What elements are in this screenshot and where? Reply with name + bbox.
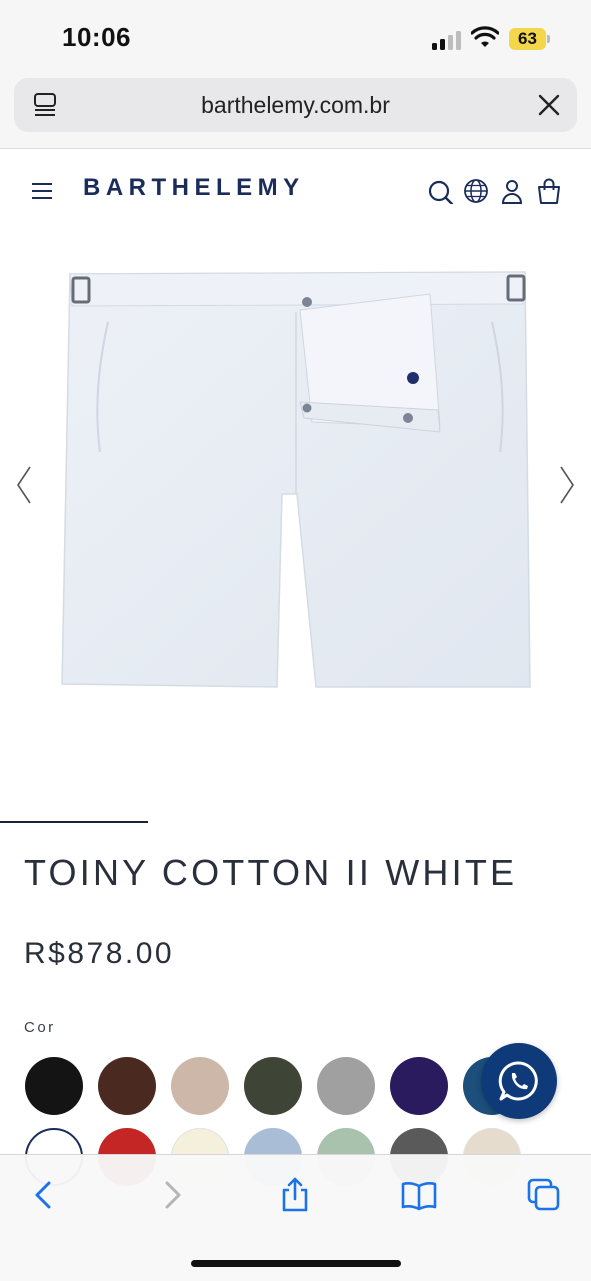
bookmarks-icon[interactable] [401, 1177, 437, 1213]
user-icon[interactable] [499, 178, 525, 204]
site-header: BARTHELEMY [0, 150, 591, 230]
back-icon[interactable] [26, 1177, 62, 1213]
url-text[interactable]: barthelemy.com.br [14, 78, 577, 132]
product-image[interactable] [0, 232, 591, 792]
shopping-bag-icon[interactable] [536, 178, 562, 204]
whatsapp-icon [498, 1061, 538, 1101]
color-swatch[interactable] [98, 1057, 156, 1115]
color-swatch[interactable] [317, 1057, 375, 1115]
browser-address-area: barthelemy.com.br [0, 76, 591, 149]
color-label: Cor [24, 1019, 56, 1036]
status-bar: 10:06 63 [0, 0, 591, 76]
globe-icon[interactable] [463, 178, 489, 204]
color-swatch[interactable] [244, 1057, 302, 1115]
site-logo[interactable]: BARTHELEMY [83, 174, 305, 202]
forward-icon[interactable] [154, 1177, 190, 1213]
address-bar[interactable]: barthelemy.com.br [14, 78, 577, 132]
wifi-icon [471, 26, 499, 47]
color-swatch[interactable] [25, 1057, 83, 1115]
chevron-right-icon[interactable] [557, 465, 577, 505]
hamburger-menu-icon[interactable] [32, 183, 52, 199]
battery-icon: 63 [509, 28, 551, 50]
search-icon[interactable] [428, 178, 454, 204]
image-progress-indicator [0, 821, 148, 823]
battery-level: 63 [518, 29, 537, 48]
close-icon[interactable] [537, 93, 561, 117]
share-icon[interactable] [277, 1177, 313, 1213]
whatsapp-button[interactable] [481, 1043, 557, 1119]
home-indicator [191, 1260, 401, 1267]
product-title: TOINY COTTON II WHITE [24, 852, 518, 893]
product-price: R$878.00 [24, 937, 175, 970]
color-swatch[interactable] [171, 1057, 229, 1115]
chevron-left-icon[interactable] [14, 465, 34, 505]
color-swatch[interactable] [390, 1057, 448, 1115]
status-time: 10:06 [62, 22, 131, 52]
cellular-signal-icon [432, 30, 464, 50]
tabs-icon[interactable] [526, 1177, 562, 1213]
